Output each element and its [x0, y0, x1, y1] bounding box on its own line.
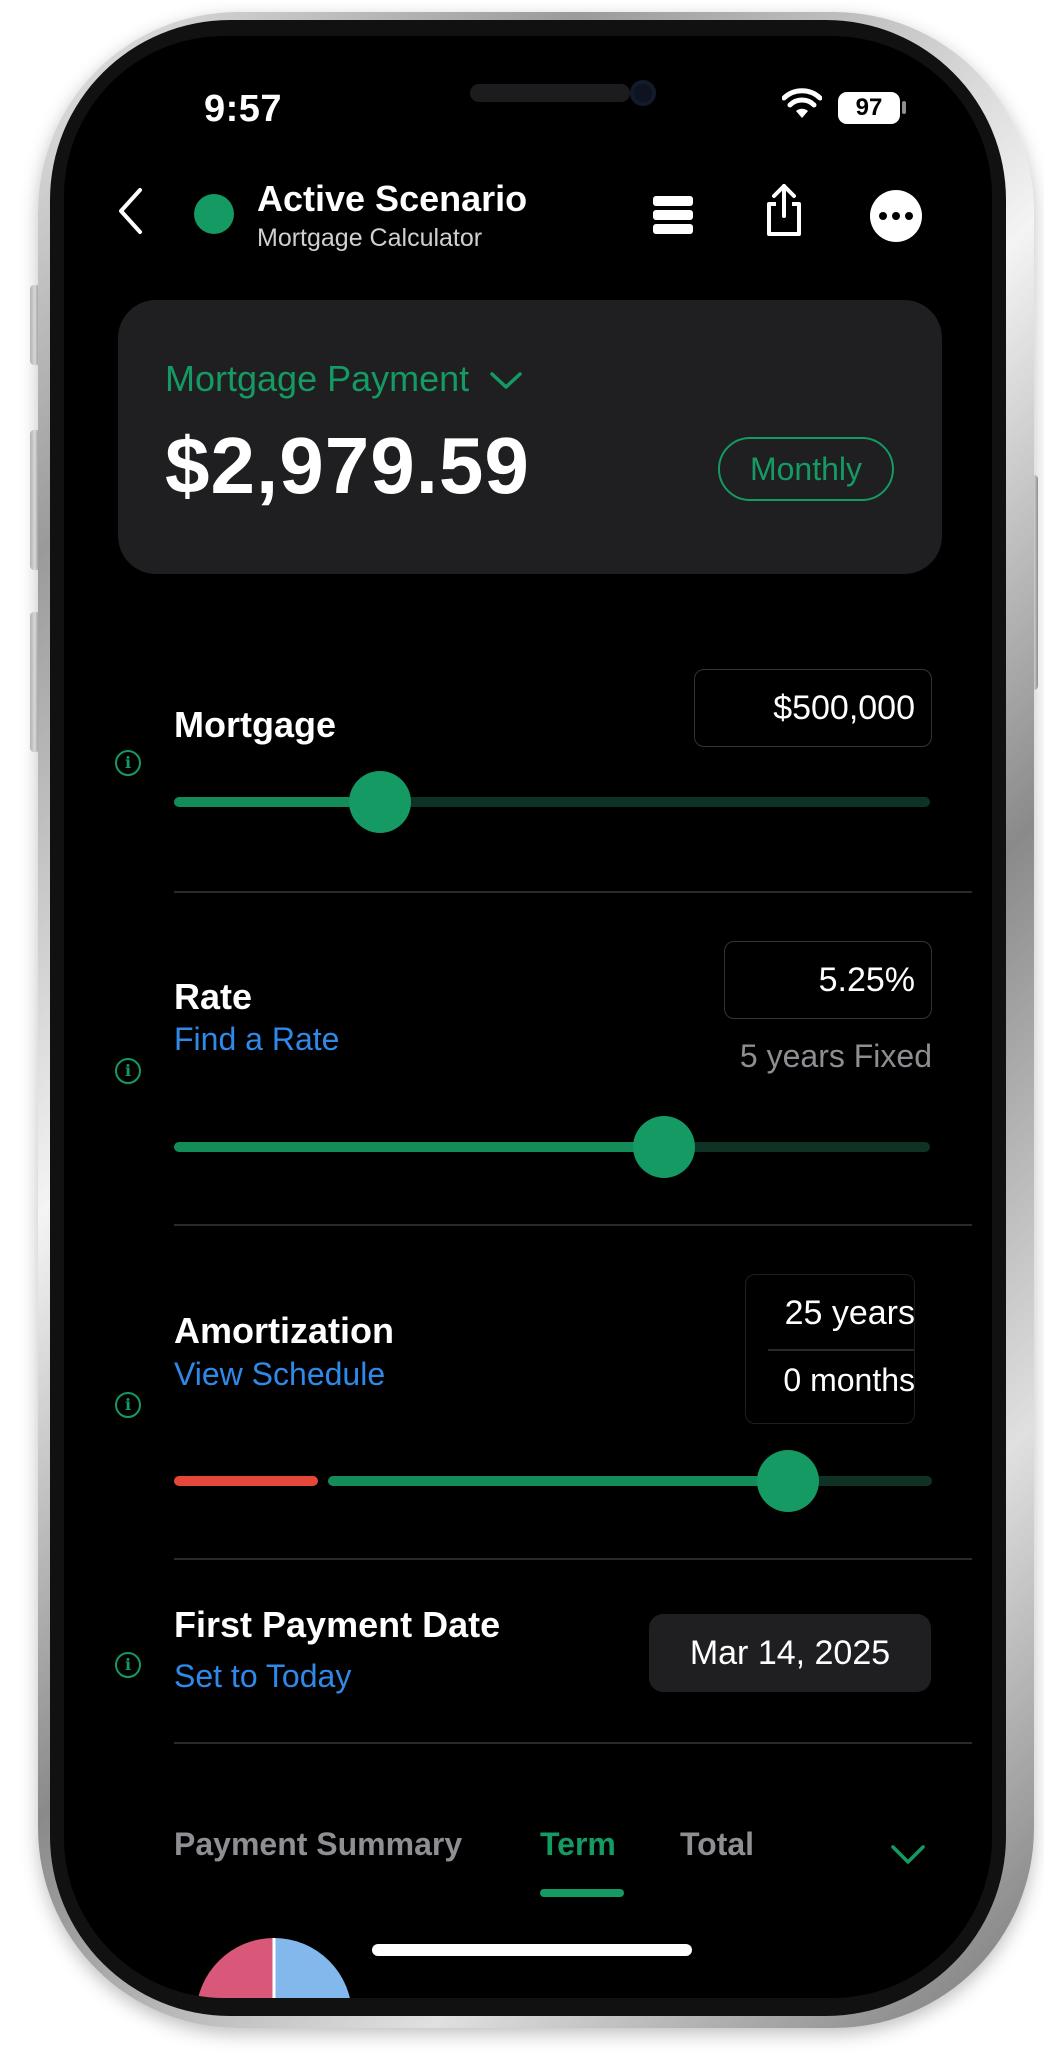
- amortization-label: Amortization: [174, 1310, 394, 1351]
- payment-summary-title: Payment Summary: [174, 1826, 463, 1862]
- rate-slider-fill: [174, 1142, 664, 1152]
- info-icon[interactable]: i: [115, 1652, 141, 1678]
- amortization-months[interactable]: 0 months: [783, 1362, 915, 1399]
- frequency-button[interactable]: Monthly: [718, 437, 894, 501]
- mortgage-value-field[interactable]: $500,000: [694, 669, 932, 747]
- divider: [174, 1224, 972, 1226]
- divider: [174, 891, 972, 893]
- payment-amount: $2,979.59: [165, 421, 530, 510]
- nav-subtitle: Mortgage Calculator: [257, 224, 483, 252]
- info-icon[interactable]: i: [115, 1058, 141, 1084]
- home-indicator[interactable]: [372, 1944, 692, 1956]
- divider: [174, 1558, 972, 1560]
- speaker-slot: [470, 84, 630, 102]
- more-icon[interactable]: [870, 190, 922, 242]
- battery-tip: [902, 101, 906, 114]
- divider: [174, 1742, 972, 1744]
- rate-value-field[interactable]: 5.25%: [724, 941, 932, 1019]
- set-today-link[interactable]: Set to Today: [174, 1658, 351, 1695]
- status-time: 9:57: [204, 88, 283, 130]
- first-payment-date-button[interactable]: Mar 14, 2025: [649, 1614, 931, 1692]
- back-chevron-icon[interactable]: [116, 186, 144, 236]
- amortization-min-warning-bar: [174, 1476, 318, 1486]
- phone-screen: 9:57 97 Active Scenario Mortgage Calcula…: [64, 36, 992, 1998]
- status-dot-icon: [194, 194, 234, 234]
- mortgage-slider-thumb[interactable]: [349, 771, 411, 833]
- info-icon[interactable]: i: [115, 750, 141, 776]
- first-payment-label: First Payment Date: [174, 1604, 501, 1645]
- share-icon[interactable]: [764, 182, 804, 238]
- payment-type-selector[interactable]: Mortgage Payment: [165, 358, 523, 400]
- find-rate-link[interactable]: Find a Rate: [174, 1021, 339, 1058]
- tab-term-underline: [540, 1889, 624, 1897]
- list-icon[interactable]: [652, 194, 694, 236]
- payment-summary-pie: [198, 1938, 350, 1998]
- rate-label: Rate: [174, 976, 253, 1017]
- chevron-down-icon[interactable]: [890, 1844, 926, 1866]
- rate-slider-thumb[interactable]: [633, 1116, 695, 1178]
- wifi-icon: [782, 88, 822, 118]
- tab-term[interactable]: Term: [540, 1826, 616, 1863]
- view-schedule-link[interactable]: View Schedule: [174, 1356, 385, 1393]
- nav-title: Active Scenario: [257, 178, 528, 219]
- front-camera: [630, 80, 656, 106]
- payment-type-label: Mortgage Payment: [165, 358, 470, 399]
- info-icon[interactable]: i: [115, 1392, 141, 1418]
- chevron-down-icon: [490, 372, 522, 390]
- amortization-years[interactable]: 25 years: [785, 1294, 915, 1333]
- amortization-slider-fill: [328, 1476, 788, 1486]
- mortgage-label: Mortgage: [174, 704, 336, 745]
- battery-icon: 97: [838, 92, 900, 124]
- picker-divider: [768, 1349, 914, 1351]
- rate-term[interactable]: 5 years Fixed: [740, 1038, 932, 1075]
- amortization-slider-thumb[interactable]: [757, 1450, 819, 1512]
- tab-total[interactable]: Total: [680, 1826, 754, 1863]
